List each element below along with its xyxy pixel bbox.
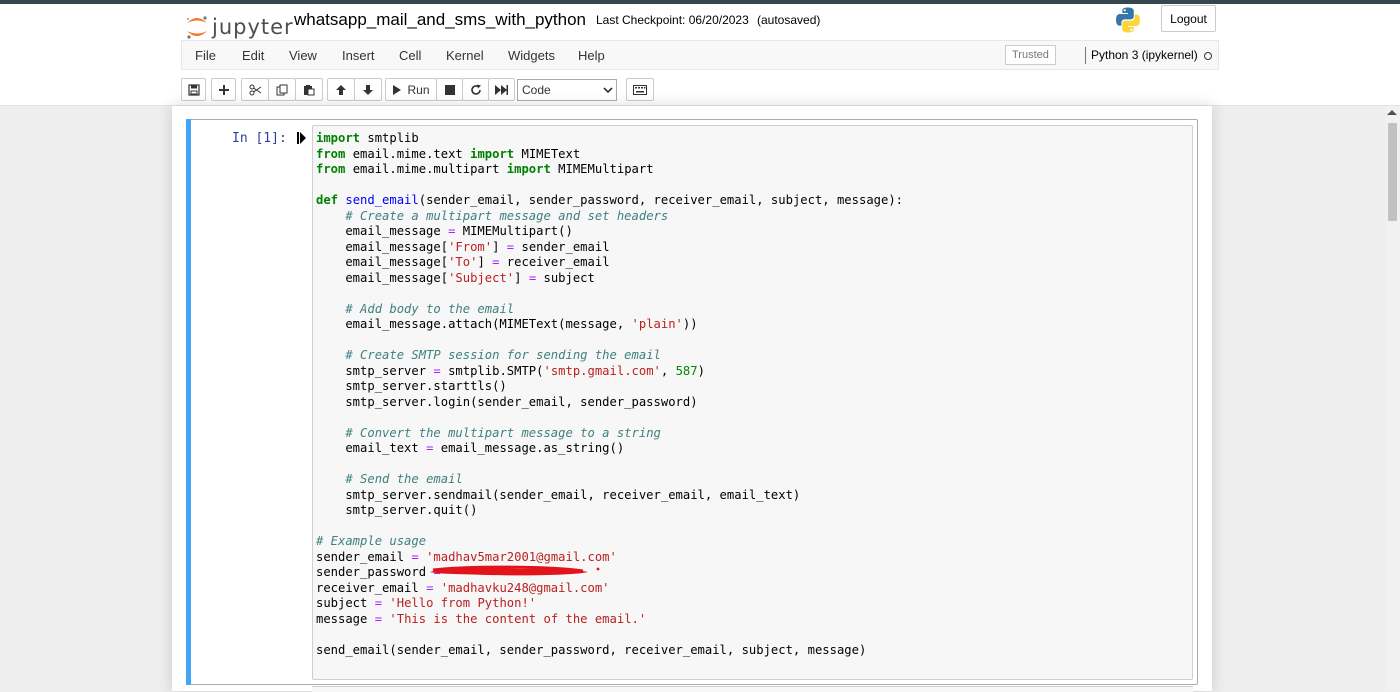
fast-forward-icon xyxy=(495,84,508,95)
autosave-status: (autosaved) xyxy=(757,13,821,27)
run-all-button[interactable] xyxy=(488,78,515,101)
password-redaction-scribble xyxy=(430,565,600,576)
play-icon xyxy=(393,84,402,95)
code-line: # Send the email xyxy=(345,472,463,486)
run-button[interactable]: Run xyxy=(385,78,437,101)
arrow-down-icon xyxy=(363,84,373,95)
menu-bar: File Edit View Insert Cell Kernel Widget… xyxy=(181,40,1219,70)
copy-icon xyxy=(276,84,288,95)
stop-icon xyxy=(444,84,455,95)
next-code-cell[interactable] xyxy=(312,686,1193,692)
menu-edit[interactable]: Edit xyxy=(242,48,264,63)
menu-widgets[interactable]: Widgets xyxy=(508,48,555,63)
code-line: def send_email(sender_email, sender_pass… xyxy=(316,193,904,207)
chevron-down-icon xyxy=(603,87,613,94)
code-line: # Example usage xyxy=(316,534,427,548)
insert-cell-button[interactable] xyxy=(211,78,236,101)
menu-view[interactable]: View xyxy=(289,48,317,63)
cut-button[interactable] xyxy=(241,78,269,101)
menu-kernel[interactable]: Kernel xyxy=(446,48,484,63)
move-down-button[interactable] xyxy=(354,78,382,101)
python-logo-icon xyxy=(1114,6,1142,34)
input-prompt: In [1]: xyxy=(232,131,287,146)
command-palette-button[interactable] xyxy=(626,78,654,101)
code-line: email_message['Subject'] = subject xyxy=(316,270,595,285)
code-line: smtp_server.quit() xyxy=(316,503,478,517)
jupyter-logo-icon xyxy=(184,14,210,40)
code-line: from email.mime.multipart import MIMEMul… xyxy=(316,162,654,176)
kernel-idle-icon xyxy=(1204,52,1212,60)
code-line: message = 'This is the content of the em… xyxy=(316,611,647,626)
save-icon xyxy=(187,83,200,96)
scissors-icon xyxy=(249,84,261,95)
cell-type-select[interactable]: Code xyxy=(517,79,617,101)
code-line: email_message.attach(MIMEText(message, '… xyxy=(316,317,698,331)
code-line: email_message['To'] = receiver_email xyxy=(316,255,610,269)
code-line: # Create a multipart message and set hea… xyxy=(345,208,669,223)
keyboard-icon xyxy=(633,84,647,95)
menu-insert[interactable]: Insert xyxy=(342,48,375,63)
code-line: # Create SMTP session for sending the em… xyxy=(345,348,661,362)
code-line: from email.mime.text import MIMEText xyxy=(316,146,581,161)
kernel-separator xyxy=(1085,47,1086,64)
code-line: smtp_server.sendmail(sender_email, recei… xyxy=(316,487,801,502)
code-line: email_message['From'] = sender_email xyxy=(316,239,610,254)
selected-cell-indicator xyxy=(186,119,191,685)
trusted-indicator[interactable]: Trusted xyxy=(1005,45,1056,65)
code-line: import smtplib xyxy=(316,131,419,145)
jupyter-logo[interactable]: jupyter xyxy=(184,12,294,42)
code-line: subject = 'Hello from Python!' xyxy=(316,596,537,610)
code-line: smtp_server.login(sender_email, sender_p… xyxy=(316,394,698,409)
menu-file[interactable]: File xyxy=(195,48,216,63)
menu-help[interactable]: Help xyxy=(578,48,605,63)
restart-button[interactable] xyxy=(462,78,489,101)
copy-button[interactable] xyxy=(268,78,296,101)
save-button[interactable] xyxy=(181,78,206,101)
jupyter-logo-text: jupyter xyxy=(212,15,294,39)
menu-cell[interactable]: Cell xyxy=(399,48,421,63)
run-cell-icon[interactable] xyxy=(297,132,306,147)
move-up-button[interactable] xyxy=(327,78,355,101)
code-content[interactable]: import smtplib from email.mime.text impo… xyxy=(316,131,903,658)
scrollbar-thumb[interactable] xyxy=(1388,123,1397,221)
paste-icon xyxy=(304,84,315,95)
code-line: send_email(sender_email, sender_password… xyxy=(316,642,867,657)
paste-button[interactable] xyxy=(295,78,323,101)
code-line: email_text = email_message.as_string() xyxy=(316,441,625,455)
interrupt-button[interactable] xyxy=(436,78,463,101)
run-label: Run xyxy=(407,82,430,97)
restart-icon xyxy=(470,84,481,95)
code-line: # Add body to the email xyxy=(345,301,515,316)
logout-button[interactable]: Logout xyxy=(1161,5,1216,32)
code-line: sender_email = 'madhav5mar2001@gmail.com… xyxy=(316,549,617,564)
notebook-name[interactable]: whatsapp_mail_and_sms_with_python xyxy=(294,10,586,30)
arrow-up-icon xyxy=(336,84,346,95)
code-line: receiver_email = 'madhavku248@gmail.com' xyxy=(316,580,610,595)
scroll-up-icon[interactable] xyxy=(1387,110,1397,115)
code-line: smtp_server.starttls() xyxy=(316,379,507,393)
plus-icon xyxy=(218,84,229,95)
code-line: smtp_server = smtplib.SMTP('smtp.gmail.c… xyxy=(316,363,705,378)
code-line: email_message = MIMEMultipart() xyxy=(316,224,573,238)
cell-type-value: Code xyxy=(522,83,551,97)
last-checkpoint: Last Checkpoint: 06/20/2023 xyxy=(596,13,749,27)
code-line: # Convert the multipart message to a str… xyxy=(345,425,661,440)
kernel-name[interactable]: Python 3 (ipykernel) xyxy=(1091,48,1198,62)
